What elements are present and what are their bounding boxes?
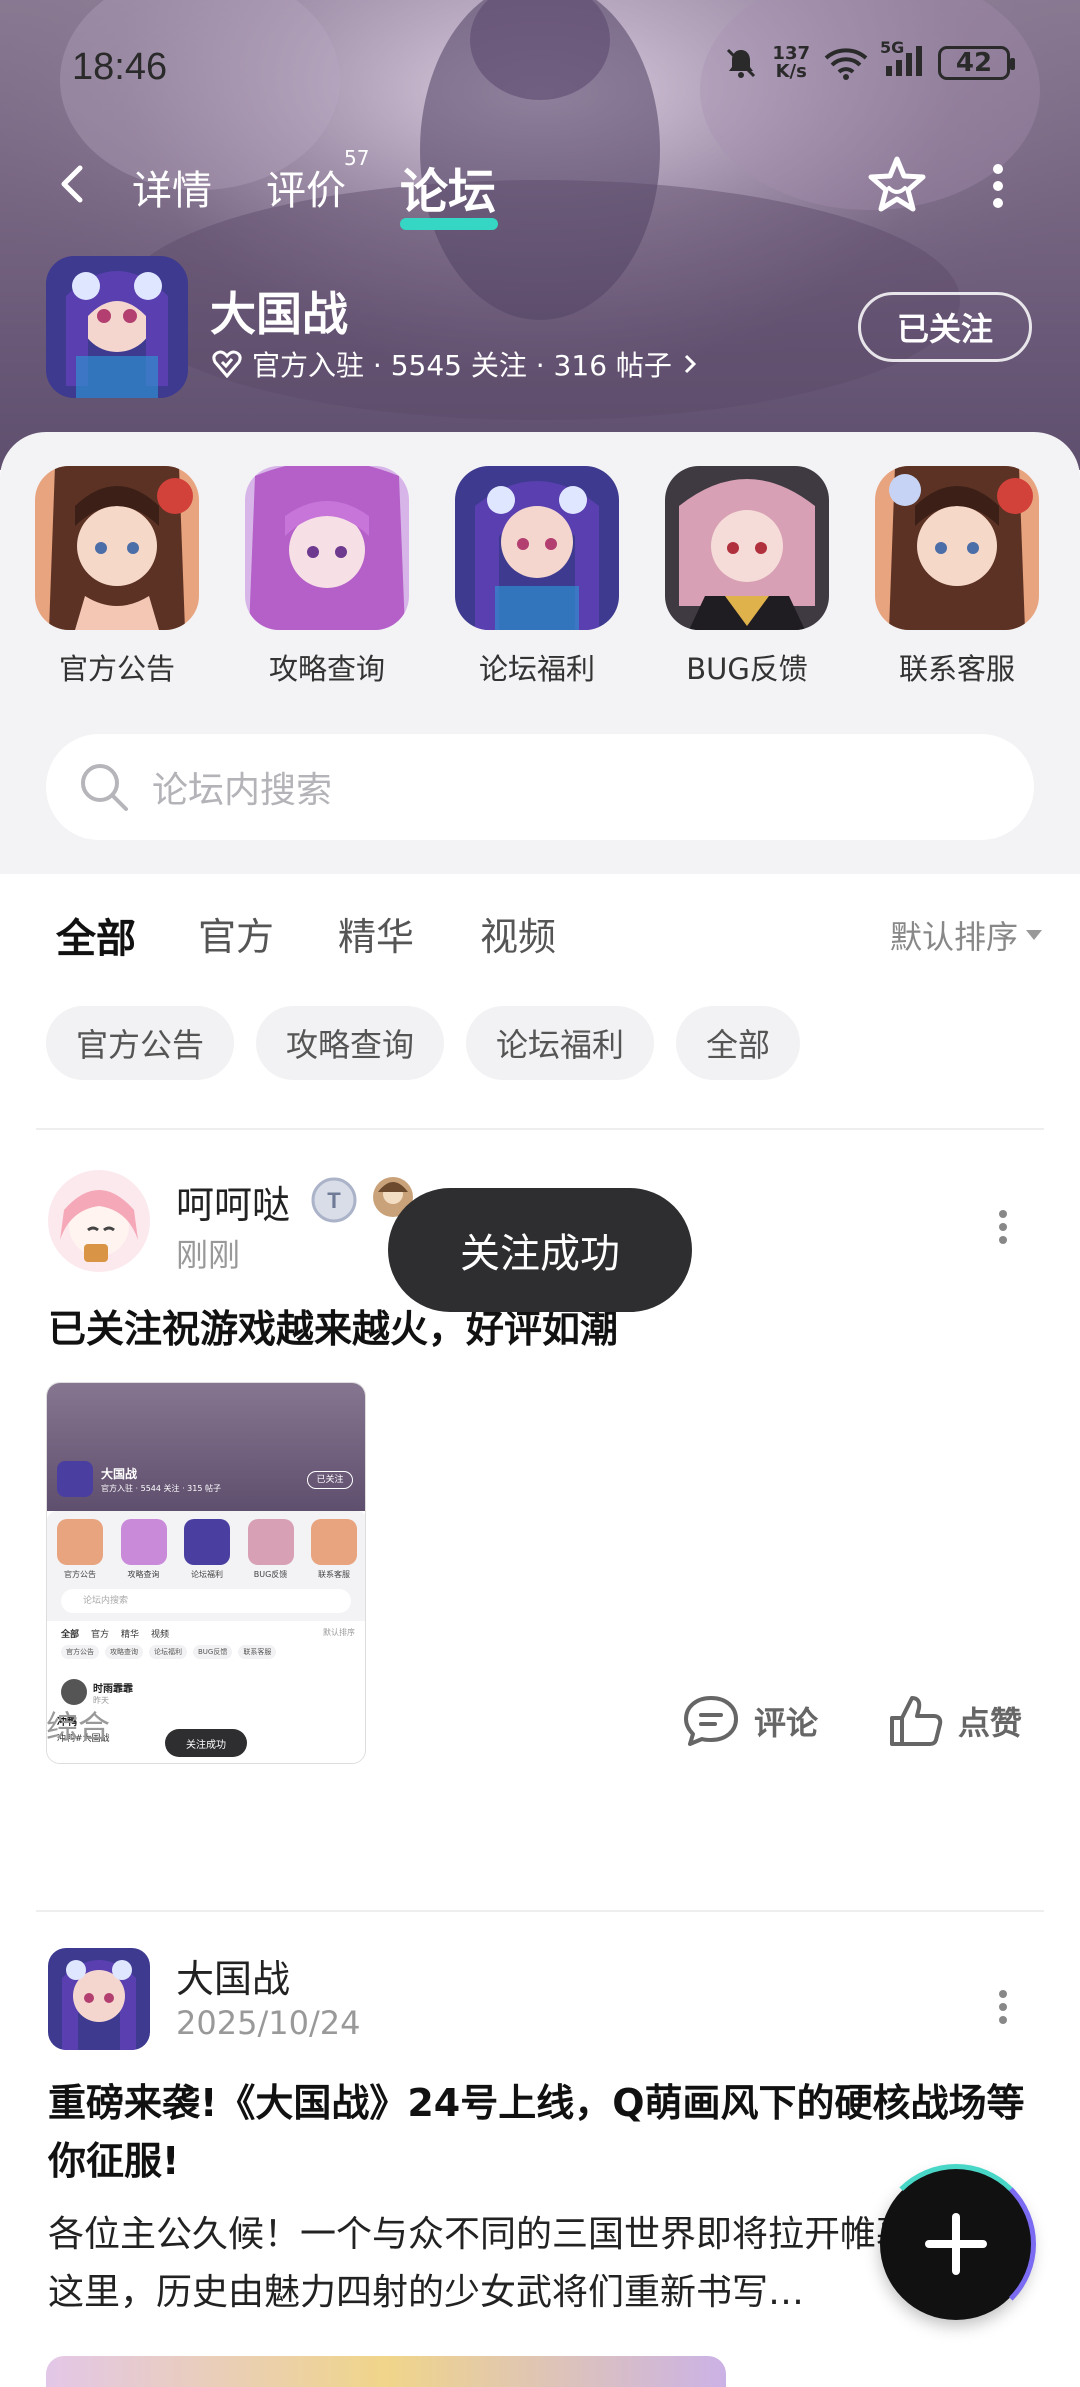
caret-down-icon — [1026, 930, 1042, 940]
tab-forum[interactable]: 论坛 — [400, 152, 498, 230]
status-bar: 18:46 137 K/s 5G 42 — [0, 30, 1080, 110]
post-author[interactable]: 大国战 — [176, 1948, 290, 2003]
game-icon[interactable] — [46, 256, 188, 398]
shortcut-label: 论坛福利 — [478, 652, 595, 686]
thumb-shortcut-labels: 官方公告 攻略查询 论坛福利 BUG反馈 联系客服 — [64, 1570, 350, 1579]
create-post-button[interactable] — [876, 2164, 1036, 2324]
chevron-right-icon — [684, 354, 697, 374]
forum-search-input[interactable]: 论坛内搜索 — [46, 734, 1034, 840]
thumb-follow-badge: 已关注 — [307, 1471, 353, 1489]
toast-message: 关注成功 — [388, 1188, 692, 1312]
feed-tabs: 全部 官方 精华 视频 默认排序 — [0, 906, 1080, 986]
follow-button[interactable]: 已关注 — [858, 292, 1032, 362]
like-button[interactable]: 点赞 — [888, 1694, 1022, 1748]
shortcut-image — [455, 466, 619, 630]
status-time: 18:46 — [72, 46, 168, 88]
search-placeholder: 论坛内搜索 — [152, 770, 333, 811]
shortcut-image — [875, 466, 1039, 630]
system-icons: 137 K/s 5G 42 — [724, 38, 1015, 82]
chip-all[interactable]: 全部 — [676, 1006, 801, 1080]
filter-chips: 官方公告 攻略查询 论坛福利 全部 — [46, 1006, 801, 1080]
thumb-author: 时雨霏霏 — [93, 1684, 133, 1695]
shortcut-image — [665, 466, 829, 630]
user-level-badge-icon: T — [311, 1177, 357, 1223]
thumbs-up-icon — [890, 1696, 943, 1746]
thumb-chips: 官方公告 攻略查询 论坛福利 BUG反馈 联系客服 — [61, 1645, 277, 1659]
chip-welfare[interactable]: 论坛福利 — [466, 1006, 655, 1080]
game-stats[interactable]: 官方入驻 · 5545 关注 · 316 帖子 — [212, 344, 698, 384]
net-speed: 137 K/s — [772, 43, 810, 82]
comment-button[interactable]: 评论 — [682, 1694, 818, 1748]
svg-text:T: T — [327, 1188, 341, 1213]
sort-dropdown[interactable]: 默认排序 — [890, 912, 1042, 958]
shortcut-image — [245, 466, 409, 630]
post-more-icon[interactable] — [998, 1990, 1008, 2024]
post-image-preview[interactable] — [46, 2356, 726, 2387]
chip-official-notice[interactable]: 官方公告 — [46, 1006, 235, 1080]
verified-heart-icon — [212, 350, 242, 378]
favorite-star-icon[interactable] — [866, 154, 928, 216]
shortcut-label: 攻略查询 — [268, 652, 385, 686]
feed-tab-official[interactable]: 官方 — [198, 906, 274, 961]
post-more-icon[interactable] — [998, 1210, 1008, 1244]
shortcut-bug-report[interactable]: BUG反馈 — [664, 466, 830, 688]
thumb-sort: 默认排序 — [323, 1628, 355, 1637]
more-options-icon[interactable] — [990, 164, 1006, 208]
back-arrow-icon[interactable] — [52, 162, 96, 206]
feed-tab-all[interactable]: 全部 — [56, 906, 136, 970]
shortcut-label: BUG反馈 — [686, 652, 808, 686]
post-feed: 全部 官方 精华 视频 默认排序 官方公告 攻略查询 论坛福利 全部 呵呵哒 T… — [0, 874, 1080, 2387]
shortcut-label: 联系客服 — [898, 652, 1015, 686]
avatar[interactable] — [48, 1948, 150, 2050]
post-time: 2025/10/24 — [176, 2004, 361, 2042]
cell-signal-icon: 5G — [880, 38, 924, 82]
tab-review[interactable]: 评价 57 — [266, 146, 369, 216]
thumb-feed-tabs: 全部 官方 精华 视频 — [61, 1630, 170, 1640]
post-card[interactable]: 大国战 2025/10/24 重磅来袭!《大国战》24号上线，Q萌画风下的硬核战… — [0, 1910, 1080, 2387]
thumb-shortcuts — [57, 1519, 357, 1565]
thumb-game-meta: 官方入驻 · 5544 关注 · 315 帖子 — [101, 1484, 221, 1493]
game-title: 大国战 — [210, 287, 348, 341]
tab-detail[interactable]: 详情 — [132, 158, 212, 216]
thumb-toast: 关注成功 — [165, 1729, 247, 1757]
shortcut-row: 官方公告 攻略查询 论坛福利 BUG反馈 联系客服 — [0, 466, 1080, 706]
mute-bell-icon — [727, 48, 756, 78]
game-header: 18:46 137 K/s 5G 42 详情 评价 57 论坛 大国战 官方入驻 ·… — [0, 0, 1080, 470]
shortcut-welfare[interactable]: 论坛福利 — [454, 466, 620, 688]
plus-icon — [925, 2213, 987, 2275]
chip-strategy[interactable]: 攻略查询 — [256, 1006, 445, 1080]
shortcut-image — [35, 466, 199, 630]
post-author[interactable]: 呵呵哒 — [176, 1174, 290, 1229]
search-icon — [81, 764, 128, 811]
wifi-icon — [824, 48, 868, 80]
feed-tab-featured[interactable]: 精华 — [338, 906, 414, 961]
thumb-game-icon — [57, 1461, 93, 1497]
shortcut-official-notice[interactable]: 官方公告 — [34, 466, 200, 688]
post-time: 刚刚 — [176, 1236, 241, 1274]
top-navigation: 详情 评价 57 论坛 — [0, 140, 1080, 230]
battery-indicator: 42 — [938, 46, 1015, 80]
thumb-search: 论坛内搜索 — [61, 1589, 351, 1613]
shortcut-customer-service[interactable]: 联系客服 — [874, 466, 1040, 688]
post-title[interactable]: 重磅来袭!《大国战》24号上线，Q萌画风下的硬核战场等你征服! — [48, 2074, 1028, 2190]
feed-tab-video[interactable]: 视频 — [480, 906, 556, 961]
post-category[interactable]: 综合 — [46, 1702, 110, 1748]
game-info-bar: 大国战 官方入驻 · 5545 关注 · 316 帖子 已关注 — [0, 254, 1080, 404]
comment-icon — [684, 1696, 738, 1746]
thumb-game-name: 大国战 — [101, 1467, 138, 1481]
shortcut-strategy[interactable]: 攻略查询 — [244, 466, 410, 688]
shortcut-label: 官方公告 — [58, 652, 175, 686]
review-count-badge: 57 — [344, 146, 370, 170]
avatar[interactable] — [48, 1170, 150, 1272]
